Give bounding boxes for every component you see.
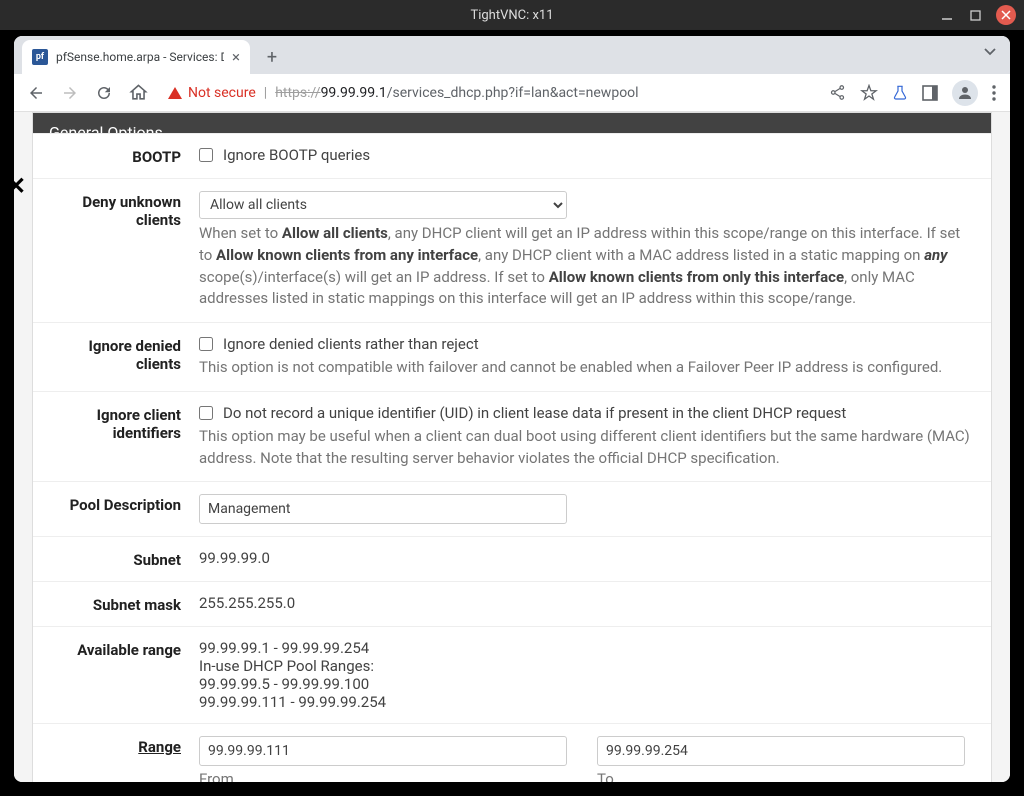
toolbar-right-icons: [829, 80, 1002, 106]
row-pool-description: Pool Description: [33, 481, 991, 536]
label-bootp: BOOTP: [49, 146, 199, 166]
x-mark-icon: ✕: [14, 172, 26, 200]
range-from-label: From: [199, 770, 567, 782]
url-text: https://99.99.99.1/services_dhcp.php?if=…: [275, 85, 638, 101]
label-subnet-mask: Subnet mask: [49, 594, 199, 614]
minimize-button[interactable]: [940, 8, 954, 22]
value-subnet: 99.99.99.0: [199, 549, 975, 569]
ignore-denied-help: This option is not compatible with failo…: [199, 357, 975, 379]
row-subnet-mask: Subnet mask 255.255.255.0: [33, 581, 991, 626]
label-available-range: Available range: [49, 639, 199, 711]
panel-icon[interactable]: [922, 85, 938, 101]
profile-avatar[interactable]: [952, 80, 978, 106]
bookmark-star-icon[interactable]: [860, 84, 878, 102]
tab-list-chevron-icon[interactable]: [984, 48, 996, 56]
browser-tab[interactable]: pf pfSense.home.arpa - Services: DH ×: [22, 40, 250, 74]
row-subnet: Subnet 99.99.99.0: [33, 536, 991, 581]
ignore-cid-checkbox-wrap[interactable]: Do not record a unique identifier (UID) …: [199, 404, 975, 422]
ignore-denied-checkbox-wrap[interactable]: Ignore denied clients rather than reject: [199, 335, 975, 353]
panel-header: General Options: [33, 113, 991, 133]
favicon-icon: pf: [32, 49, 48, 65]
page-content[interactable]: ✕ General Options BOOTP Ignore BOOTP que…: [14, 112, 1010, 782]
ignore-cid-help: This option may be useful when a client …: [199, 426, 975, 470]
range-to-label: To: [597, 770, 965, 782]
flask-icon[interactable]: [892, 84, 908, 102]
ignore-cid-check-label: Do not record a unique identifier (UID) …: [223, 404, 846, 422]
row-ignore-denied: Ignore denied clients Ignore denied clie…: [33, 322, 991, 391]
general-options-panel: General Options BOOTP Ignore BOOTP queri…: [32, 112, 992, 782]
label-subnet: Subnet: [49, 549, 199, 569]
range-to-input[interactable]: [597, 736, 965, 766]
kebab-menu-icon[interactable]: [992, 85, 996, 101]
label-ignore-denied: Ignore denied clients: [49, 335, 199, 379]
forward-button[interactable]: [56, 79, 84, 107]
home-button[interactable]: [124, 79, 152, 107]
back-button[interactable]: [22, 79, 50, 107]
label-pool-description: Pool Description: [49, 494, 199, 524]
label-range: Range: [49, 736, 199, 782]
tab-close-icon[interactable]: ×: [232, 48, 240, 66]
row-available-range: Available range 99.99.99.1 - 99.99.99.25…: [33, 626, 991, 723]
share-icon[interactable]: [829, 84, 846, 101]
deny-unknown-select[interactable]: Allow all clients: [199, 191, 567, 219]
label-ignore-cid: Ignore client identifiers: [49, 404, 199, 470]
browser-window: pf pfSense.home.arpa - Services: DH × + …: [14, 36, 1010, 782]
label-deny-unknown: Deny unknown clients: [49, 191, 199, 310]
url-separator: |: [264, 85, 267, 101]
window-title: TightVNC: x11: [470, 8, 553, 23]
row-range: Range From To: [33, 723, 991, 782]
range-from-input[interactable]: [199, 736, 567, 766]
ignore-denied-checkbox[interactable]: [199, 337, 213, 351]
pool-description-input[interactable]: [199, 494, 567, 524]
bootp-checkbox-wrap[interactable]: Ignore BOOTP queries: [199, 146, 975, 164]
row-bootp: BOOTP Ignore BOOTP queries: [33, 133, 991, 178]
ignore-cid-checkbox[interactable]: [199, 406, 213, 420]
bootp-check-label: Ignore BOOTP queries: [223, 146, 370, 164]
value-subnet-mask: 255.255.255.0: [199, 594, 975, 614]
address-bar[interactable]: Not secure | https://99.99.99.1/services…: [158, 78, 823, 108]
reload-button[interactable]: [90, 79, 118, 107]
window-buttons: [940, 5, 1016, 25]
row-deny-unknown: Deny unknown clients Allow all clients W…: [33, 178, 991, 322]
new-tab-button[interactable]: +: [258, 43, 286, 71]
window-titlebar: TightVNC: x11: [0, 0, 1024, 30]
not-secure-text: Not secure: [188, 85, 256, 101]
not-secure-badge[interactable]: Not secure: [168, 85, 256, 101]
value-available-range: 99.99.99.1 - 99.99.99.254 In-use DHCP Po…: [199, 639, 975, 711]
ignore-denied-check-label: Ignore denied clients rather than reject: [223, 335, 479, 353]
maximize-button[interactable]: [968, 8, 982, 22]
warning-icon: [168, 87, 182, 99]
deny-unknown-help: When set to Allow all clients, any DHCP …: [199, 223, 975, 310]
bootp-checkbox[interactable]: [199, 148, 213, 162]
close-button[interactable]: [996, 5, 1016, 25]
browser-toolbar: Not secure | https://99.99.99.1/services…: [14, 74, 1010, 112]
tab-bar: pf pfSense.home.arpa - Services: DH × +: [14, 36, 1010, 74]
row-ignore-cid: Ignore client identifiers Do not record …: [33, 391, 991, 482]
tab-title: pfSense.home.arpa - Services: DH: [56, 50, 224, 64]
